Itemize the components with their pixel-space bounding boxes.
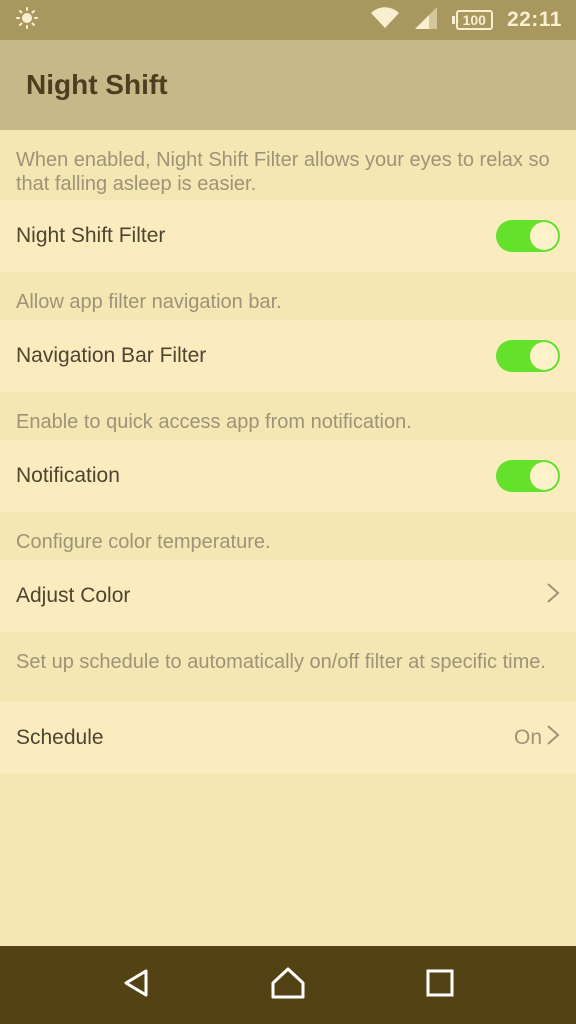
adjust-color-row[interactable]: Adjust Color <box>0 560 576 632</box>
schedule-description: Set up schedule to automatically on/off … <box>0 632 576 702</box>
battery-level: 100 <box>455 10 493 30</box>
toggle-knob <box>530 462 558 490</box>
back-icon <box>120 967 152 1004</box>
status-time: 22:11 <box>506 8 562 31</box>
schedule-value: On <box>513 726 542 749</box>
app-bar: Night Shift <box>0 40 576 130</box>
notification-row[interactable]: Notification <box>0 440 576 512</box>
recents-icon <box>426 969 454 1002</box>
home-icon <box>270 966 306 1005</box>
home-button[interactable] <box>258 955 318 1015</box>
wifi-icon <box>370 6 400 35</box>
signal-icon <box>414 6 438 35</box>
notification-toggle[interactable] <box>496 460 560 492</box>
recents-button[interactable] <box>410 955 470 1015</box>
schedule-row[interactable]: Schedule On <box>0 702 576 774</box>
settings-list: When enabled, Night Shift Filter allows … <box>0 130 576 774</box>
status-bar: 100 22:11 <box>0 0 576 40</box>
chevron-right-icon <box>546 582 560 610</box>
chevron-right-icon <box>546 724 560 752</box>
notification-label: Notification <box>16 464 120 487</box>
navigation-bar-description: Allow app filter navigation bar. <box>0 272 576 320</box>
back-button[interactable] <box>106 955 166 1015</box>
brightness-icon <box>16 6 38 34</box>
navigation-bar-filter-row[interactable]: Navigation Bar Filter <box>0 320 576 392</box>
navigation-bar-filter-label: Navigation Bar Filter <box>16 344 207 367</box>
page-title: Night Shift <box>26 69 168 100</box>
adjust-color-label: Adjust Color <box>16 584 131 607</box>
night-shift-filter-label: Night Shift Filter <box>16 224 166 247</box>
schedule-label: Schedule <box>16 726 104 749</box>
system-navigation-bar <box>0 946 576 1024</box>
night-shift-filter-row[interactable]: Night Shift Filter <box>0 200 576 272</box>
adjust-color-description: Configure color temperature. <box>0 512 576 560</box>
toggle-knob <box>530 342 558 370</box>
toggle-knob <box>530 222 558 250</box>
notification-description: Enable to quick access app from notifica… <box>0 392 576 440</box>
night-shift-description: When enabled, Night Shift Filter allows … <box>0 130 576 200</box>
battery-icon: 100 <box>451 10 493 30</box>
navigation-bar-filter-toggle[interactable] <box>496 340 560 372</box>
night-shift-filter-toggle[interactable] <box>496 220 560 252</box>
